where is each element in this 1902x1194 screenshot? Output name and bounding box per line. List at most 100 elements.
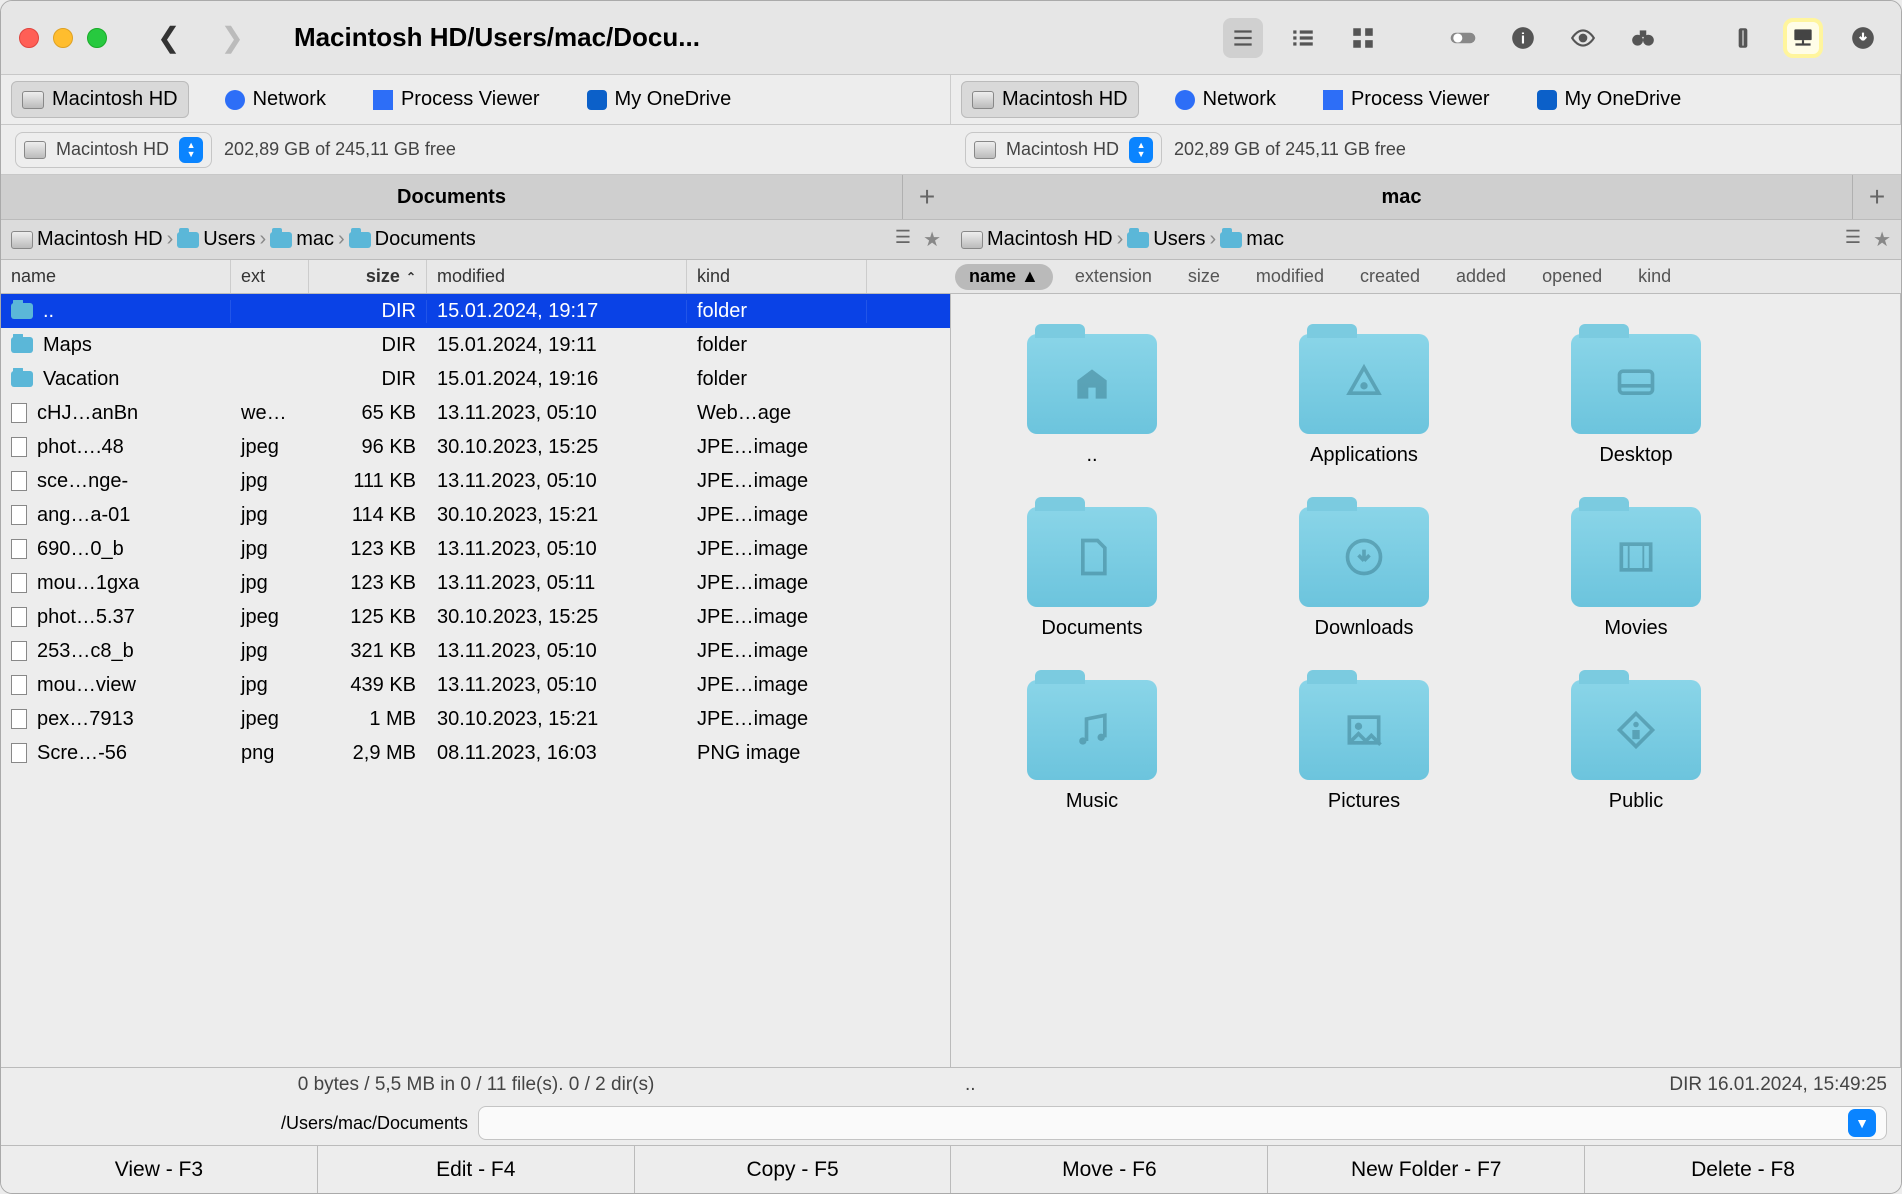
bookmark-my-onedrive[interactable]: My OneDrive — [1526, 81, 1693, 118]
view-columns-icon[interactable] — [1283, 18, 1323, 58]
hd-icon — [972, 91, 994, 109]
view-icons-icon[interactable] — [1343, 18, 1383, 58]
close-button[interactable] — [19, 28, 39, 48]
file-row[interactable]: ang…a-01jpg114 KB30.10.2023, 15:21JPE…im… — [1, 498, 950, 532]
column-extension[interactable]: extension — [1061, 264, 1166, 290]
file-row[interactable]: MapsDIR15.01.2024, 19:11folder — [1, 328, 950, 362]
folder-icon — [11, 371, 33, 387]
file-icon — [11, 573, 27, 593]
disk-dropdown-left[interactable]: Macintosh HD ▲▼ — [15, 132, 212, 168]
folder-icon — [177, 232, 199, 248]
zoom-button[interactable] — [87, 28, 107, 48]
folder-pictures[interactable]: Pictures — [1278, 680, 1450, 813]
folder-icon — [1571, 334, 1701, 434]
file-row[interactable]: Scre…-56png2,9 MB08.11.2023, 16:03PNG im… — [1, 736, 950, 770]
file-row[interactable]: VacationDIR15.01.2024, 19:16folder — [1, 362, 950, 396]
toggle-switch-icon[interactable] — [1443, 18, 1483, 58]
fn-delete[interactable]: Delete - F8 — [1585, 1146, 1901, 1193]
path-dropdown-icon[interactable]: ▼ — [1848, 1109, 1876, 1137]
file-row[interactable]: phot…5.37jpeg125 KB30.10.2023, 15:25JPE…… — [1, 600, 950, 634]
info-icon[interactable]: i — [1503, 18, 1543, 58]
view-list-icon[interactable] — [1223, 18, 1263, 58]
path-input[interactable]: ▼ — [478, 1106, 1887, 1140]
fn-edit[interactable]: Edit - F4 — [318, 1146, 635, 1193]
favorite-icon[interactable]: ★ — [1873, 227, 1891, 252]
tab-add-left[interactable]: + — [903, 175, 951, 219]
file-row[interactable]: pex…7913jpeg1 MB30.10.2023, 15:21JPE…ima… — [1, 702, 950, 736]
quicklook-icon[interactable] — [1563, 18, 1603, 58]
tab-mac[interactable]: mac — [951, 175, 1853, 219]
file-row[interactable]: mou…1gxajpg123 KB13.11.2023, 05:11JPE…im… — [1, 566, 950, 600]
column-kind[interactable]: kind — [687, 260, 867, 293]
column-kind[interactable]: kind — [1624, 264, 1685, 290]
folder-documents[interactable]: Documents — [1006, 507, 1178, 640]
column-name[interactable]: name — [1, 260, 231, 293]
file-row[interactable]: 690…0_bjpg123 KB13.11.2023, 05:10JPE…ima… — [1, 532, 950, 566]
minimize-button[interactable] — [53, 28, 73, 48]
tab-bar: Documents + mac + — [1, 175, 1901, 220]
column-created[interactable]: created — [1346, 264, 1434, 290]
bookmark-process-viewer[interactable]: Process Viewer — [362, 81, 551, 118]
crumb-mac[interactable]: mac — [1246, 228, 1284, 251]
folder-applications[interactable]: Applications — [1278, 334, 1450, 467]
path-label: /Users/mac/Documents — [281, 1113, 468, 1134]
folder-desktop[interactable]: Desktop — [1550, 334, 1722, 467]
tab-add-right[interactable]: + — [1853, 175, 1901, 219]
bookmark-network[interactable]: Network — [1164, 81, 1287, 118]
network-share-icon[interactable] — [1783, 18, 1823, 58]
archive-icon[interactable] — [1723, 18, 1763, 58]
column-size[interactable]: size — [1174, 264, 1234, 290]
back-button[interactable]: ❮ — [157, 21, 180, 54]
column-name[interactable]: name ▲ — [955, 264, 1053, 290]
column-ext[interactable]: ext — [231, 260, 309, 293]
folder-public[interactable]: Public — [1550, 680, 1722, 813]
bookmark-macintosh-hd[interactable]: Macintosh HD — [11, 81, 189, 118]
folder-parentparent[interactable]: .. — [1006, 334, 1178, 467]
crumb-mac[interactable]: mac — [296, 228, 334, 251]
list-mode-icon[interactable]: ☰ — [1845, 227, 1861, 252]
folder-icon — [1220, 232, 1242, 248]
fn-view[interactable]: View - F3 — [1, 1146, 318, 1193]
file-list[interactable]: ..DIR15.01.2024, 19:17folderMapsDIR15.01… — [1, 294, 950, 1067]
forward-button[interactable]: ❯ — [220, 21, 243, 54]
file-row[interactable]: cHJ…anBnwe…65 KB13.11.2023, 05:10Web…age — [1, 396, 950, 430]
file-row[interactable]: 253…c8_bjpg321 KB13.11.2023, 05:10JPE…im… — [1, 634, 950, 668]
bookmark-macintosh-hd[interactable]: Macintosh HD — [961, 81, 1139, 118]
folder-music[interactable]: Music — [1006, 680, 1178, 813]
bookmark-process-viewer[interactable]: Process Viewer — [1312, 81, 1501, 118]
column-size[interactable]: size⌃ — [309, 260, 427, 293]
disk-bar-right: Macintosh HD ▲▼ 202,89 GB of 245,11 GB f… — [951, 125, 1901, 174]
binoculars-icon[interactable] — [1623, 18, 1663, 58]
download-icon[interactable] — [1843, 18, 1883, 58]
fn-copy[interactable]: Copy - F5 — [635, 1146, 952, 1193]
file-row[interactable]: mou…viewjpg439 KB13.11.2023, 05:10JPE…im… — [1, 668, 950, 702]
disk-dropdown-right[interactable]: Macintosh HD ▲▼ — [965, 132, 1162, 168]
folder-downloads[interactable]: Downloads — [1278, 507, 1450, 640]
folder-movies[interactable]: Movies — [1550, 507, 1722, 640]
bookmark-network[interactable]: Network — [214, 81, 337, 118]
bookmark-my-onedrive[interactable]: My OneDrive — [576, 81, 743, 118]
favorite-icon[interactable]: ★ — [923, 227, 941, 252]
column-modified[interactable]: modified — [1242, 264, 1338, 290]
file-row[interactable]: phot….48jpeg96 KB30.10.2023, 15:25JPE…im… — [1, 430, 950, 464]
crumb-documents[interactable]: Documents — [375, 228, 476, 251]
fn-move[interactable]: Move - F6 — [951, 1146, 1268, 1193]
disk-bar-left: Macintosh HD ▲▼ 202,89 GB of 245,11 GB f… — [1, 125, 951, 174]
column-modified[interactable]: modified — [427, 260, 687, 293]
app-window: ❮ ❯ Macintosh HD/Users/mac/Docu... i Mac… — [0, 0, 1902, 1194]
crumb-macintosh hd[interactable]: Macintosh HD — [37, 228, 163, 251]
column-added[interactable]: added — [1442, 264, 1520, 290]
list-mode-icon[interactable]: ☰ — [895, 227, 911, 252]
crumb-users[interactable]: Users — [203, 228, 255, 251]
file-row[interactable]: ..DIR15.01.2024, 19:17folder — [1, 294, 950, 328]
disk-name: Macintosh HD — [56, 139, 169, 160]
file-icon — [11, 539, 27, 559]
column-opened[interactable]: opened — [1528, 264, 1616, 290]
icon-grid[interactable]: .. Applications Desktop Documents Downloads M… — [951, 294, 1900, 1067]
file-row[interactable]: sce…nge-jpg111 KB13.11.2023, 05:10JPE…im… — [1, 464, 950, 498]
crumb-users[interactable]: Users — [1153, 228, 1205, 251]
crumb-macintosh hd[interactable]: Macintosh HD — [987, 228, 1113, 251]
tab-documents[interactable]: Documents — [1, 175, 903, 219]
fn-new[interactable]: New Folder - F7 — [1268, 1146, 1585, 1193]
titlebar: ❮ ❯ Macintosh HD/Users/mac/Docu... i — [1, 1, 1901, 75]
